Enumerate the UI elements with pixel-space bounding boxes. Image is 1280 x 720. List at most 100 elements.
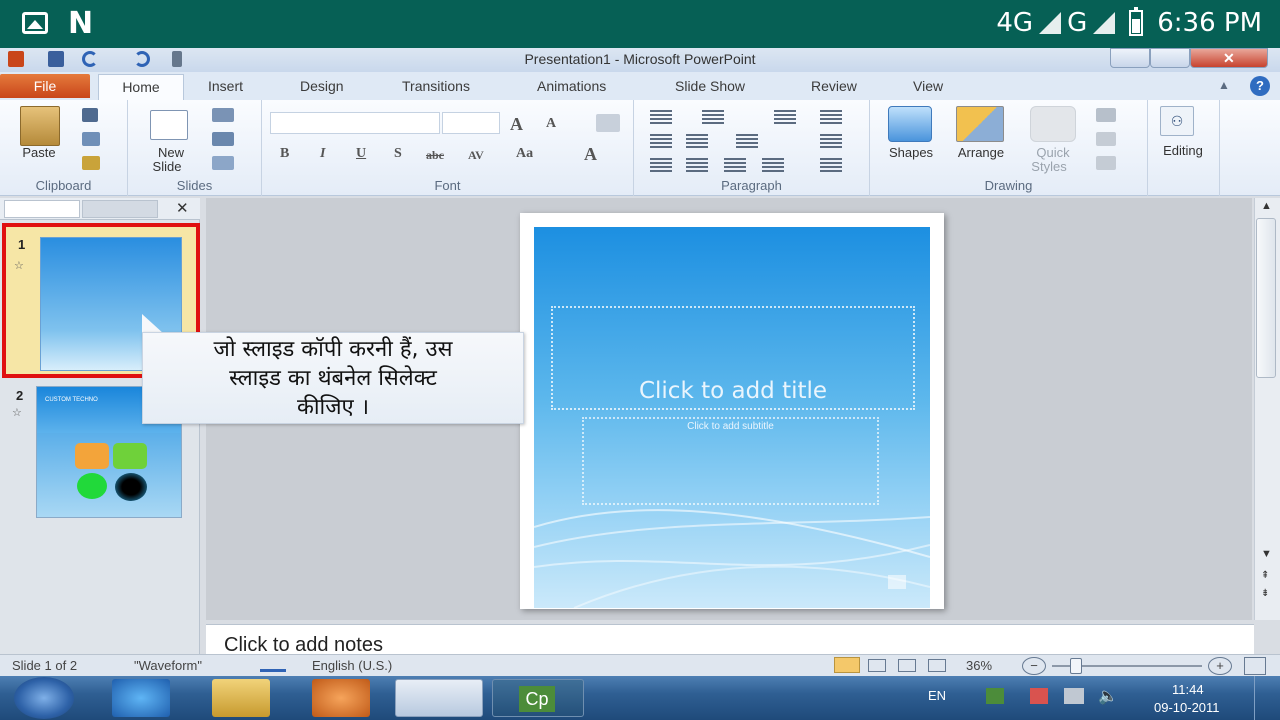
tray-clock-date[interactable]: 09-10-2011 bbox=[1154, 700, 1220, 715]
text-direction-icon[interactable] bbox=[736, 134, 758, 148]
next-slide-icon[interactable]: ⇟ bbox=[1261, 588, 1269, 599]
shape-fill-icon[interactable] bbox=[1096, 108, 1116, 122]
align-text-icon[interactable] bbox=[820, 134, 842, 148]
bold-button[interactable]: B bbox=[280, 146, 289, 162]
explorer-icon[interactable] bbox=[212, 679, 270, 717]
smartart-icon[interactable] bbox=[820, 158, 842, 172]
tab-design[interactable]: Design bbox=[300, 78, 344, 94]
underline-button[interactable]: U bbox=[356, 146, 366, 162]
input-language[interactable]: EN bbox=[928, 688, 946, 703]
powerpoint-taskbar-icon[interactable] bbox=[395, 679, 483, 717]
align-left-icon[interactable] bbox=[650, 158, 672, 172]
maximize-button[interactable] bbox=[1150, 48, 1190, 68]
shrink-font-button[interactable]: A bbox=[546, 116, 556, 132]
shapes-button[interactable]: Shapes bbox=[876, 146, 946, 160]
clear-formatting-icon[interactable] bbox=[596, 114, 620, 132]
paste-icon[interactable] bbox=[20, 106, 60, 146]
italic-button[interactable]: I bbox=[320, 146, 325, 162]
increase-indent-icon[interactable] bbox=[686, 134, 708, 148]
bullets-icon[interactable] bbox=[650, 110, 672, 124]
show-desktop-button[interactable] bbox=[1254, 676, 1270, 720]
align-center-icon[interactable] bbox=[686, 158, 708, 172]
tab-home[interactable]: Home bbox=[98, 74, 184, 100]
tab-insert[interactable]: Insert bbox=[208, 78, 243, 94]
network-icon[interactable] bbox=[1064, 688, 1084, 704]
arrange-icon[interactable] bbox=[956, 106, 1004, 142]
change-case-button[interactable]: Aa bbox=[516, 146, 533, 162]
quick-styles-button-line1[interactable]: Quick bbox=[1020, 146, 1086, 160]
new-slide-button-line2[interactable]: Slide bbox=[142, 160, 192, 174]
previous-slide-icon[interactable]: ⇞ bbox=[1261, 570, 1269, 581]
tray-clock-time[interactable]: 11:44 bbox=[1172, 682, 1204, 697]
arrange-button[interactable]: Arrange bbox=[946, 146, 1016, 160]
reset-icon[interactable] bbox=[212, 132, 234, 146]
title-placeholder-text[interactable]: Click to add title bbox=[551, 378, 915, 404]
tab-file[interactable]: File bbox=[0, 74, 90, 98]
quick-styles-icon[interactable] bbox=[1030, 106, 1076, 142]
align-right-icon[interactable] bbox=[724, 158, 746, 172]
volume-icon[interactable]: 🔈 bbox=[1098, 686, 1118, 706]
tab-view[interactable]: View bbox=[913, 78, 943, 94]
normal-view-icon[interactable] bbox=[834, 657, 860, 673]
fit-to-window-icon[interactable] bbox=[1244, 657, 1266, 675]
columns-icon[interactable] bbox=[820, 110, 842, 124]
slides-tab[interactable] bbox=[4, 200, 80, 218]
zoom-level[interactable]: 36% bbox=[966, 658, 992, 673]
close-pane-icon[interactable]: ✕ bbox=[176, 199, 189, 217]
shapes-icon[interactable] bbox=[888, 106, 932, 142]
editing-button[interactable]: Editing bbox=[1148, 144, 1218, 158]
tab-transitions[interactable]: Transitions bbox=[402, 78, 470, 94]
zoom-out-icon[interactable]: − bbox=[1022, 657, 1046, 675]
tray-app-icon[interactable] bbox=[986, 688, 1004, 704]
tab-review[interactable]: Review bbox=[811, 78, 857, 94]
tab-animations[interactable]: Animations bbox=[537, 78, 606, 94]
tab-slide-show[interactable]: Slide Show bbox=[675, 78, 745, 94]
slide-show-icon[interactable] bbox=[928, 659, 946, 672]
slides-pane-tabs: ✕ bbox=[0, 198, 200, 220]
help-icon[interactable]: ? bbox=[1250, 76, 1270, 96]
internet-explorer-icon[interactable] bbox=[112, 679, 170, 717]
captivate-taskbar-button[interactable]: Cp bbox=[492, 679, 584, 717]
section-icon[interactable] bbox=[212, 156, 234, 170]
subtitle-placeholder-text[interactable]: Click to add subtitle bbox=[582, 421, 879, 432]
minimize-button[interactable] bbox=[1110, 48, 1150, 68]
shadow-button[interactable]: S bbox=[394, 146, 402, 162]
ribbon-collapse-icon[interactable]: ▲ bbox=[1218, 78, 1232, 92]
quick-styles-button-line2[interactable]: Styles bbox=[1016, 160, 1082, 174]
layout-icon[interactable] bbox=[212, 108, 234, 122]
media-player-icon[interactable] bbox=[312, 679, 370, 717]
new-slide-button-line1[interactable]: New bbox=[146, 146, 196, 160]
reading-view-icon[interactable] bbox=[898, 659, 916, 672]
scrollbar-thumb[interactable] bbox=[1256, 218, 1276, 378]
font-color-button[interactable]: A bbox=[584, 144, 597, 165]
font-name-combo[interactable] bbox=[270, 112, 440, 134]
language-indicator[interactable]: English (U.S.) bbox=[312, 658, 392, 673]
zoom-in-icon[interactable]: + bbox=[1208, 657, 1232, 675]
format-painter-icon[interactable] bbox=[82, 156, 100, 170]
character-spacing-button[interactable]: AV bbox=[468, 148, 484, 163]
strikethrough-button[interactable]: abc bbox=[426, 148, 444, 163]
outline-tab[interactable] bbox=[82, 200, 158, 218]
copy-icon[interactable] bbox=[82, 132, 100, 146]
zoom-slider-thumb[interactable] bbox=[1070, 658, 1082, 674]
scroll-up-icon[interactable]: ▲ bbox=[1261, 200, 1272, 212]
shape-outline-icon[interactable] bbox=[1096, 132, 1116, 146]
spell-check-icon[interactable] bbox=[260, 658, 286, 672]
scroll-down-icon[interactable]: ▼ bbox=[1261, 548, 1272, 560]
start-button-icon[interactable] bbox=[14, 677, 74, 719]
grow-font-button[interactable]: A bbox=[510, 114, 523, 135]
numbering-icon[interactable] bbox=[702, 110, 724, 124]
decrease-indent-icon[interactable] bbox=[650, 134, 672, 148]
callout-line-2: स्लाइड का थंबनेल सिलेक्ट bbox=[229, 366, 437, 391]
line-spacing-icon[interactable] bbox=[774, 110, 796, 124]
slide-sorter-icon[interactable] bbox=[868, 659, 886, 672]
paste-button[interactable]: Paste bbox=[14, 146, 64, 160]
close-button[interactable]: ✕ bbox=[1190, 48, 1268, 68]
justify-icon[interactable] bbox=[762, 158, 784, 172]
font-size-combo[interactable] bbox=[442, 112, 500, 134]
shape-effects-icon[interactable] bbox=[1096, 156, 1116, 170]
new-slide-icon[interactable] bbox=[150, 110, 188, 140]
action-center-icon[interactable] bbox=[1030, 688, 1048, 704]
cut-icon[interactable] bbox=[82, 108, 98, 122]
binoculars-icon[interactable]: ⚇ bbox=[1160, 106, 1194, 136]
